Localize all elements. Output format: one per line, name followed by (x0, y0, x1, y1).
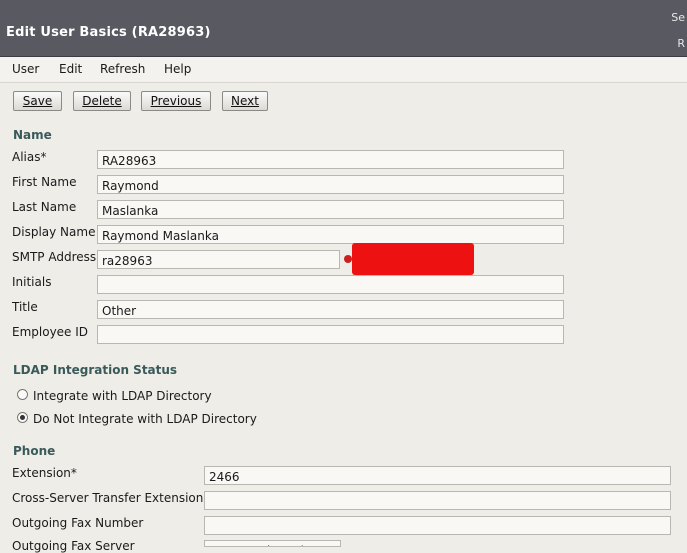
redaction-mark (352, 243, 474, 275)
outgoing-fax-number-field[interactable] (204, 516, 671, 535)
cross-server-transfer-field[interactable] (204, 491, 671, 510)
initials-field[interactable] (97, 275, 564, 294)
ldap-do-not-integrate-label[interactable]: Do Not Integrate with LDAP Directory (33, 412, 257, 426)
name-section-heading: Name (13, 128, 52, 142)
menu-user[interactable]: User (12, 62, 39, 76)
outgoing-fax-number-label: Outgoing Fax Number (12, 516, 144, 530)
employee-id-label: Employee ID (12, 325, 89, 339)
outgoing-fax-server-label: Outgoing Fax Server (12, 539, 135, 553)
delete-button[interactable]: Delete (73, 91, 131, 111)
employee-id-field[interactable] (97, 325, 564, 344)
next-button[interactable]: Next (222, 91, 268, 111)
title-bar-right-text-bottom: R (677, 37, 685, 50)
page-title: Edit User Basics (RA28963) (6, 25, 211, 40)
last-name-field[interactable] (97, 200, 564, 219)
extension-label: Extension* (12, 466, 77, 480)
title-bar-right-text-top: Se (671, 11, 685, 24)
save-button[interactable]: Save (13, 91, 62, 111)
previous-button[interactable]: Previous (141, 91, 211, 111)
smtp-domain-indicator (344, 255, 352, 263)
menu-refresh[interactable]: Refresh (100, 62, 145, 76)
ldap-do-not-integrate-radio[interactable] (17, 412, 28, 423)
ldap-integrate-label[interactable]: Integrate with LDAP Directory (33, 389, 212, 403)
outgoing-fax-server-select[interactable]: Not Selected (204, 540, 341, 547)
title-label: Title (12, 300, 38, 314)
menu-edit[interactable]: Edit (59, 62, 82, 76)
last-name-label: Last Name (12, 200, 77, 214)
initials-label: Initials (12, 275, 52, 289)
title-bar: Edit User Basics (RA28963) Se R (0, 0, 687, 57)
menu-help[interactable]: Help (164, 62, 191, 76)
phone-section-heading: Phone (13, 444, 56, 458)
menu-bar: User Edit Refresh Help (0, 57, 687, 83)
alias-field[interactable] (97, 150, 564, 169)
title-field[interactable] (97, 300, 564, 319)
extension-field[interactable] (204, 466, 671, 485)
alias-label: Alias* (12, 150, 47, 164)
smtp-address-field[interactable] (97, 250, 340, 269)
ldap-integrate-radio[interactable] (17, 389, 28, 400)
display-name-label: Display Name (12, 225, 96, 239)
cross-server-transfer-label: Cross-Server Transfer Extension (12, 491, 204, 505)
ldap-section-heading: LDAP Integration Status (13, 363, 178, 377)
first-name-field[interactable] (97, 175, 564, 194)
first-name-label: First Name (12, 175, 77, 189)
display-name-field[interactable] (97, 225, 564, 244)
smtp-address-label: SMTP Address (12, 250, 97, 264)
